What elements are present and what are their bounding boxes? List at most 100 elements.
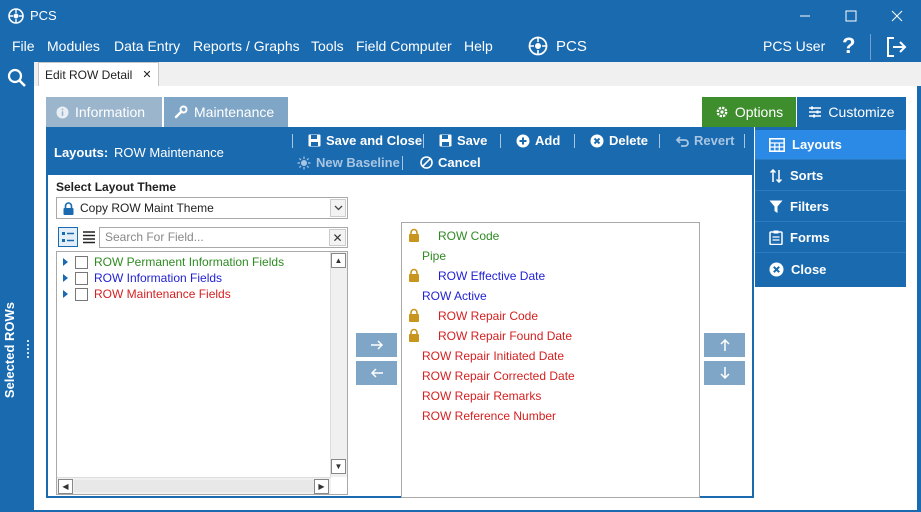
move-left-button[interactable] xyxy=(356,361,397,385)
layouts-label: Layouts: xyxy=(54,145,109,160)
scroll-up-icon[interactable]: ▲ xyxy=(331,253,346,268)
divider xyxy=(870,34,871,60)
tab-maintenance[interactable]: Maintenance xyxy=(164,97,288,127)
toolbar-divider xyxy=(659,134,660,148)
field-tree: ROW Permanent Information Fields ROW Inf… xyxy=(56,251,348,495)
tab-information[interactable]: Information xyxy=(46,97,162,127)
sidepanel-forms[interactable]: Forms xyxy=(755,223,906,253)
list-view-button[interactable] xyxy=(79,227,99,247)
app-logo-icon xyxy=(8,8,24,24)
expand-icon[interactable] xyxy=(61,290,69,298)
resize-grip[interactable] xyxy=(27,340,31,358)
list-item[interactable]: ROW Active xyxy=(422,287,487,305)
minimize-button[interactable] xyxy=(782,0,828,32)
tab-label: Edit ROW Detail xyxy=(45,67,133,82)
pcs-logo-icon xyxy=(528,36,548,56)
lock-icon xyxy=(409,268,419,282)
save-and-close-label: Save and Close xyxy=(326,133,423,148)
new-baseline-button[interactable]: New Baseline xyxy=(297,155,400,170)
scroll-right-icon[interactable]: ▶ xyxy=(314,479,329,494)
node-checkbox[interactable] xyxy=(75,255,88,269)
help-icon[interactable]: ? xyxy=(842,33,855,59)
sidepanel-layouts[interactable]: Layouts xyxy=(755,130,906,160)
expand-icon[interactable] xyxy=(61,274,69,282)
field-label: ROW Repair Corrected Date xyxy=(422,369,575,383)
clipboard-icon xyxy=(769,230,783,245)
move-up-button[interactable] xyxy=(704,333,745,357)
minimize-icon xyxy=(800,15,810,17)
menu-field-computer[interactable]: Field Computer xyxy=(356,38,452,54)
search-icon[interactable] xyxy=(7,68,27,88)
delete-button[interactable]: Delete xyxy=(590,133,648,148)
menu-data-entry[interactable]: Data Entry xyxy=(114,38,180,54)
list-item[interactable]: ROW Code xyxy=(438,227,499,245)
sort-icon xyxy=(769,168,783,183)
vertical-scrollbar[interactable]: ▲ ▼ xyxy=(330,252,347,477)
selected-fields-list: ROW Code Pipe ROW Effective Date ROW Act… xyxy=(401,222,700,498)
list-item[interactable]: ROW Effective Date xyxy=(438,267,545,285)
scroll-thumb[interactable] xyxy=(74,480,314,492)
cancel-button[interactable]: Cancel xyxy=(420,155,481,170)
list-item[interactable]: ROW Reference Number xyxy=(422,407,556,425)
customize-button[interactable]: Customize xyxy=(797,97,906,127)
close-circle-icon xyxy=(769,262,784,276)
save-icon xyxy=(439,134,452,147)
list-item[interactable]: ROW Repair Found Date xyxy=(438,327,572,345)
maximize-button[interactable] xyxy=(828,0,874,32)
sidepanel-close[interactable]: Close xyxy=(755,254,906,284)
save-button[interactable]: Save xyxy=(439,133,487,148)
add-button[interactable]: Add xyxy=(516,133,560,148)
filter-icon xyxy=(769,200,783,213)
lock-icon xyxy=(409,328,419,342)
list-item[interactable]: ROW Repair Corrected Date xyxy=(422,367,575,385)
field-search-input[interactable]: Search For Field... ✕ xyxy=(99,227,348,248)
menu-reports-graphs[interactable]: Reports / Graphs xyxy=(193,38,300,54)
list-item[interactable]: ROW Repair Code xyxy=(438,307,538,325)
scroll-down-icon[interactable]: ▼ xyxy=(331,459,346,474)
tree-node[interactable]: ROW Maintenance Fields xyxy=(61,286,231,302)
tab-edit-row-detail[interactable]: Edit ROW Detail ✕ xyxy=(38,62,159,86)
node-label: ROW Permanent Information Fields xyxy=(94,255,285,269)
menu-modules[interactable]: Modules xyxy=(47,38,100,54)
arrow-left-icon xyxy=(370,368,383,378)
clear-search-icon[interactable]: ✕ xyxy=(329,229,346,246)
close-window-button[interactable] xyxy=(874,0,920,32)
cancel-icon xyxy=(420,156,433,169)
tree-node[interactable]: ROW Permanent Information Fields xyxy=(61,254,284,270)
customize-panel: Layouts Sorts Filters Forms Close xyxy=(755,127,906,287)
user-name[interactable]: PCS User xyxy=(763,38,825,54)
wrench-icon xyxy=(174,105,188,119)
editor-toolbar: Layouts: ROW Maintenance Save and Close … xyxy=(48,129,752,175)
menu-help[interactable]: Help xyxy=(464,38,493,54)
move-down-button[interactable] xyxy=(704,361,745,385)
tree-node[interactable]: ROW Information Fields xyxy=(61,270,222,286)
horizontal-scrollbar[interactable]: ◀ ▶ xyxy=(57,477,331,494)
options-button[interactable]: Options xyxy=(702,97,796,127)
tree-view-button[interactable] xyxy=(58,227,78,247)
close-icon xyxy=(891,10,903,22)
list-item[interactable]: ROW Repair Remarks xyxy=(422,387,541,405)
save-and-close-button[interactable]: Save and Close xyxy=(308,133,422,148)
logout-icon[interactable] xyxy=(885,36,907,58)
scroll-left-icon[interactable]: ◀ xyxy=(58,479,73,494)
list-item[interactable]: ROW Repair Initiated Date xyxy=(422,347,564,365)
revert-button[interactable]: Revert xyxy=(675,133,734,148)
node-checkbox[interactable] xyxy=(75,271,88,285)
list-item[interactable]: Pipe xyxy=(422,247,446,265)
sidepanel-sorts[interactable]: Sorts xyxy=(755,161,906,191)
node-checkbox[interactable] xyxy=(75,287,88,301)
selected-rows-rail[interactable]: Selected ROWs xyxy=(0,62,34,512)
field-label: ROW Repair Code xyxy=(438,309,539,323)
sidepanel-filters[interactable]: Filters xyxy=(755,192,906,222)
menu-file[interactable]: File xyxy=(12,38,35,54)
options-label: Options xyxy=(734,104,784,120)
move-right-button[interactable] xyxy=(356,333,397,357)
layout-theme-select[interactable]: Copy ROW Maint Theme xyxy=(56,197,348,219)
expand-icon[interactable] xyxy=(61,258,69,266)
chevron-down-icon[interactable] xyxy=(330,199,346,217)
close-tab-icon[interactable]: ✕ xyxy=(142,68,151,81)
undo-icon xyxy=(675,135,689,147)
menu-tools[interactable]: Tools xyxy=(311,38,344,54)
info-icon xyxy=(56,106,69,118)
arrow-down-icon xyxy=(719,367,730,380)
